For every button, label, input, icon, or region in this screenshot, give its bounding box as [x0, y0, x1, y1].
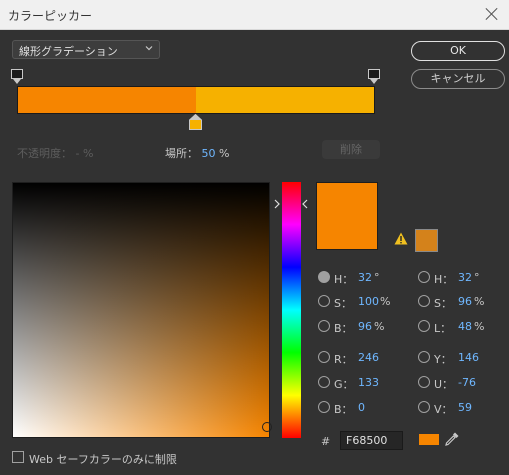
hsl-hue-unit: ° — [474, 271, 480, 284]
radio-y[interactable] — [418, 351, 430, 363]
lightness-label: L： — [434, 322, 452, 335]
window-title: カラーピッカー — [8, 9, 93, 23]
location-value[interactable]: 50 — [202, 147, 216, 160]
green-value[interactable]: 133 — [358, 376, 379, 389]
new-color-swatch — [316, 182, 378, 250]
color-stop-midpoint[interactable] — [189, 114, 202, 130]
web-safe-swatch[interactable] — [415, 229, 438, 252]
radio-lightness[interactable] — [418, 320, 430, 332]
hex-input[interactable]: F68500 — [340, 431, 403, 450]
radio-hue[interactable] — [318, 271, 330, 283]
radio-green[interactable] — [318, 376, 330, 388]
hsl-hue-value[interactable]: 32 — [458, 271, 472, 284]
location-label: 場所： — [165, 147, 198, 160]
green-label: G： — [334, 378, 354, 391]
delete-button[interactable]: 削除 — [322, 140, 380, 159]
saturation-value[interactable]: 100 — [358, 295, 379, 308]
radio-v[interactable] — [418, 401, 430, 413]
saturation-label: S： — [334, 297, 352, 310]
radio-saturation[interactable] — [318, 295, 330, 307]
web-only-checkbox[interactable] — [12, 451, 24, 463]
title-bar: カラーピッカー — [0, 0, 509, 30]
red-label: R： — [334, 353, 353, 366]
u-label: U： — [434, 378, 454, 391]
opacity-unit: % — [82, 147, 94, 160]
hsl-saturation-value[interactable]: 96 — [458, 295, 472, 308]
cancel-button[interactable]: キャンセル — [411, 69, 505, 89]
blue-label: B： — [334, 403, 353, 416]
radio-blue[interactable] — [318, 401, 330, 413]
current-color-chip — [419, 434, 439, 445]
lightness-value[interactable]: 48 — [458, 320, 472, 333]
opacity-value: - — [75, 147, 80, 160]
hsl-saturation-label: S： — [434, 297, 452, 310]
brightness-value[interactable]: 96 — [358, 320, 372, 333]
radio-brightness[interactable] — [318, 320, 330, 332]
hsl-hue-label: H： — [434, 273, 454, 286]
saturation-unit: % — [380, 295, 391, 308]
hex-hash-label: # — [321, 435, 331, 448]
hue-slider[interactable] — [282, 182, 301, 438]
lightness-unit: % — [474, 320, 485, 333]
y-label: Y： — [434, 353, 452, 366]
radio-hsl-hue[interactable] — [418, 271, 430, 283]
location-unit: % — [219, 147, 230, 160]
radio-red[interactable] — [318, 351, 330, 363]
gradient-bar[interactable] — [17, 86, 375, 114]
u-value[interactable]: -76 — [458, 376, 476, 389]
web-only-label[interactable]: Web セーフカラーのみに制限 — [29, 451, 177, 467]
opacity-stop-left[interactable] — [11, 69, 23, 85]
v-label: V： — [434, 403, 453, 416]
close-icon[interactable] — [484, 6, 500, 22]
hue-label: H： — [334, 273, 354, 286]
opacity-stop-right[interactable] — [368, 69, 380, 85]
opacity-field: 不透明度： - % — [17, 145, 93, 161]
opacity-label: 不透明度： — [17, 147, 72, 160]
blue-value[interactable]: 0 — [358, 401, 365, 414]
chevron-down-icon — [145, 46, 153, 51]
hue-slider-left-arrow[interactable] — [274, 199, 280, 209]
brightness-label: B： — [334, 322, 353, 335]
gradient-type-value: 線形グラデーション — [19, 45, 118, 58]
hsl-saturation-unit: % — [474, 295, 485, 308]
radio-u[interactable] — [418, 376, 430, 388]
gradient-type-dropdown[interactable]: 線形グラデーション — [12, 40, 160, 59]
ok-button[interactable]: OK — [411, 41, 505, 61]
hue-slider-right-arrow[interactable] — [302, 199, 308, 209]
hue-unit: ° — [374, 271, 380, 284]
hue-value[interactable]: 32 — [358, 271, 372, 284]
y-value[interactable]: 146 — [458, 351, 479, 364]
color-selector-circle[interactable] — [262, 422, 272, 432]
eyedropper-icon[interactable] — [444, 431, 460, 447]
location-field: 場所： 50 % — [165, 145, 229, 161]
brightness-unit: % — [374, 320, 385, 333]
red-value[interactable]: 246 — [358, 351, 379, 364]
radio-hsl-saturation[interactable] — [418, 295, 430, 307]
saturation-brightness-field[interactable] — [12, 182, 270, 438]
warning-icon[interactable] — [394, 232, 408, 245]
v-value[interactable]: 59 — [458, 401, 472, 414]
